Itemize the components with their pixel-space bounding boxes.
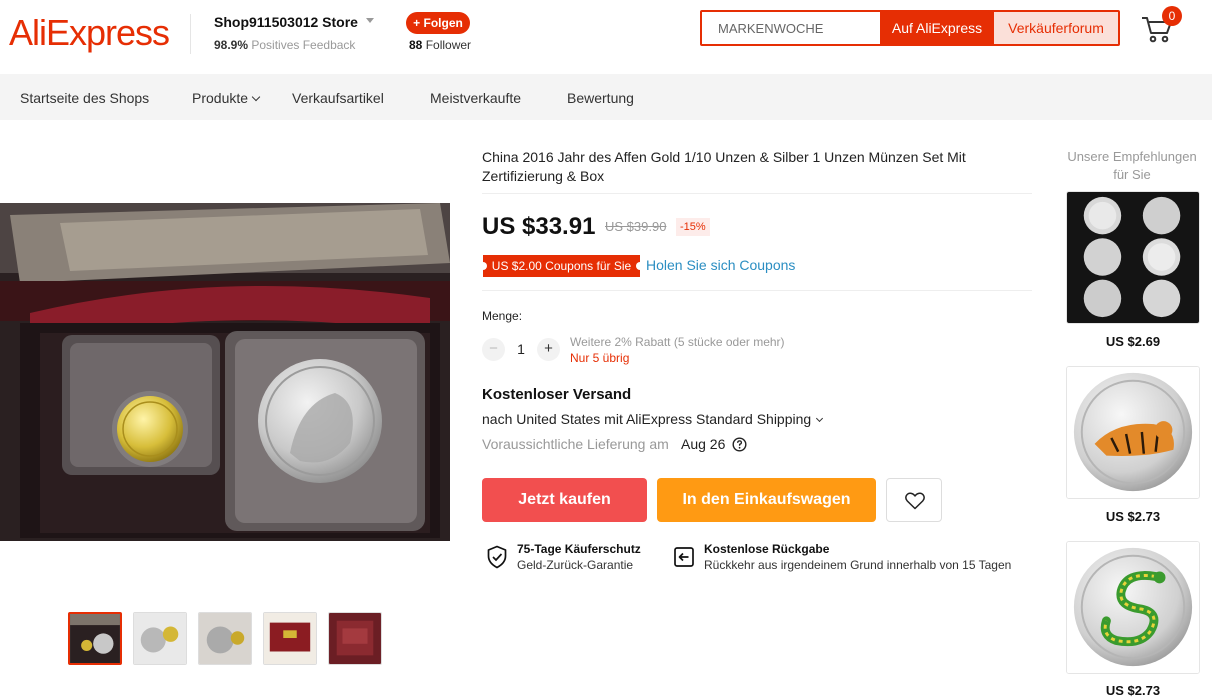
wishlist-button[interactable]: [886, 478, 942, 522]
product-title: China 2016 Jahr des Affen Gold 1/10 Unze…: [482, 149, 966, 184]
recommendation-price[interactable]: US $2.73: [1066, 509, 1200, 524]
recommendation-price[interactable]: US $2.73: [1066, 683, 1200, 698]
follow-button[interactable]: + Folgen: [406, 12, 470, 34]
nav-products-label: Produkte: [192, 90, 249, 106]
site-header: AliExpress Shop911503012 Store 98.9% Pos…: [0, 0, 1212, 74]
buy-now-button[interactable]: Jetzt kaufen: [482, 478, 647, 522]
buyer-protection-subtitle: Geld-Zurück-Garantie: [517, 558, 634, 572]
quantity-decrease-button[interactable]: −: [482, 338, 505, 361]
search-aliexpress-button[interactable]: Auf AliExpress: [880, 12, 994, 44]
chevron-down-icon: [816, 414, 824, 423]
store-nav: Startseite des Shops Produkte Verkaufsar…: [0, 74, 1212, 120]
thumbnail-2[interactable]: [133, 612, 187, 665]
thumbnail-5[interactable]: [328, 612, 382, 665]
shipping-method-label: nach United States mit AliExpress Standa…: [482, 411, 812, 427]
help-icon[interactable]: [732, 437, 747, 452]
thumbnail-1[interactable]: [68, 612, 122, 665]
quantity-increase-button[interactable]: +: [537, 338, 560, 361]
heart-icon: [905, 492, 925, 510]
get-coupons-link[interactable]: Holen Sie sich Coupons: [646, 257, 795, 273]
recommendation-price[interactable]: US $2.69: [1066, 334, 1200, 349]
recommendation-image[interactable]: [1066, 541, 1200, 674]
search-input[interactable]: [702, 12, 880, 44]
shipping-method-select[interactable]: nach United States mit AliExpress Standa…: [482, 411, 824, 427]
stock-left-text: Nur 5 übrig: [570, 351, 630, 365]
quantity-value[interactable]: 1: [512, 341, 530, 357]
bulk-discount-text: Weitere 2% Rabatt (5 stücke oder mehr): [570, 335, 785, 349]
quantity-label: Menge:: [482, 309, 523, 323]
thumbnail-3[interactable]: [198, 612, 252, 665]
add-to-cart-button[interactable]: In den Einkaufswagen: [657, 478, 876, 522]
free-return-title: Kostenlose Rückgabe: [704, 542, 830, 556]
cart-count-badge: 0: [1162, 6, 1182, 26]
feedback-percent: 98.9%: [214, 38, 249, 52]
divider: [482, 193, 1032, 194]
store-feedback: 98.9% Positives Feedback: [214, 38, 355, 52]
search-bar: Auf AliExpress Verkäuferforum: [700, 10, 1120, 46]
nav-products[interactable]: Produkte: [192, 90, 261, 106]
store-name[interactable]: Shop911503012 Store: [214, 14, 358, 30]
nav-bestsellers[interactable]: Meistverkaufte: [430, 90, 521, 106]
thumbnail-4[interactable]: [263, 612, 317, 665]
product-main-image[interactable]: [0, 203, 450, 541]
nav-reviews[interactable]: Bewertung: [567, 90, 634, 106]
coupon-badge[interactable]: US $2.00 Coupons für Sie: [479, 255, 644, 277]
follower-number: 88: [409, 38, 423, 52]
seller-forum-button[interactable]: Verkäuferforum: [994, 12, 1118, 44]
free-return-subtitle: Rückkehr aus irgendeinem Grund innerhalb…: [704, 558, 1012, 572]
feedback-label: Positives Feedback: [251, 38, 356, 52]
discount-badge: -15%: [676, 218, 710, 236]
delivery-label: Voraussichtliche Lieferung am: [482, 436, 669, 452]
product-price: US $33.91: [482, 213, 596, 240]
divider: [482, 290, 1032, 291]
nav-store-home[interactable]: Startseite des Shops: [20, 90, 149, 106]
return-icon: [674, 547, 694, 567]
recommendation-image[interactable]: [1066, 191, 1200, 324]
aliexpress-logo[interactable]: AliExpress: [9, 12, 170, 54]
caret-down-icon[interactable]: [366, 18, 374, 23]
follower-count: 88 Follower: [409, 38, 471, 52]
buyer-protection-title: 75-Tage Käuferschutz: [517, 542, 641, 556]
nav-sale-items[interactable]: Verkaufsartikel: [292, 90, 384, 106]
recommendations-title: Unsere Empfehlungen für Sie: [1067, 149, 1197, 182]
recommendation-image[interactable]: [1066, 366, 1200, 499]
shield-check-icon: [487, 545, 507, 569]
chevron-down-icon: [251, 92, 261, 102]
follower-label: Follower: [425, 38, 472, 52]
delivery-date: Aug 26: [681, 436, 726, 452]
original-price: US $39.90: [605, 219, 667, 234]
header-divider: [190, 14, 191, 54]
shipping-title: Kostenloser Versand: [482, 386, 632, 403]
